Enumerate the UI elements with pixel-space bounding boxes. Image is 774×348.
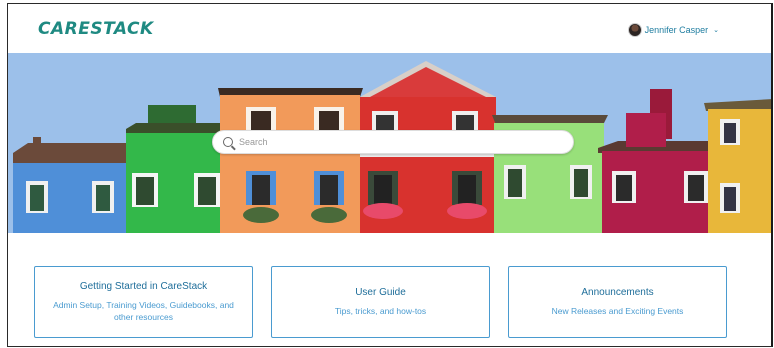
top-header: CARESTACK Jennifer Casper ⌄	[8, 4, 771, 53]
card-desc: Admin Setup, Training Videos, Guidebooks…	[53, 300, 234, 322]
search-icon	[223, 137, 233, 147]
card-title: User Guide	[355, 287, 406, 298]
card-title: Getting Started in CareStack	[79, 281, 208, 292]
search-bar[interactable]	[212, 130, 574, 154]
card-desc: New Releases and Exciting Events	[551, 306, 684, 316]
card-desc: Tips, tricks, and how-tos	[334, 306, 427, 316]
page-frame: CARESTACK Jennifer Casper ⌄ Search Getti…	[7, 3, 773, 347]
user-name: Jennifer Casper	[644, 25, 709, 35]
carestack-logo[interactable]: CARESTACK	[38, 19, 154, 39]
card-getting-started[interactable]: Getting Started in CareStack Admin Setup…	[34, 266, 253, 338]
chevron-down-icon: ⌄	[713, 27, 719, 34]
avatar	[627, 23, 642, 37]
card-title: Announcements	[581, 287, 654, 298]
user-menu[interactable]: Jennifer Casper ⌄	[627, 23, 719, 37]
card-user-guide[interactable]: User Guide Tips, tricks, and how-tos	[271, 266, 490, 338]
card-announcements[interactable]: Announcements New Releases and Exciting …	[508, 266, 727, 338]
search-input[interactable]	[239, 137, 539, 147]
